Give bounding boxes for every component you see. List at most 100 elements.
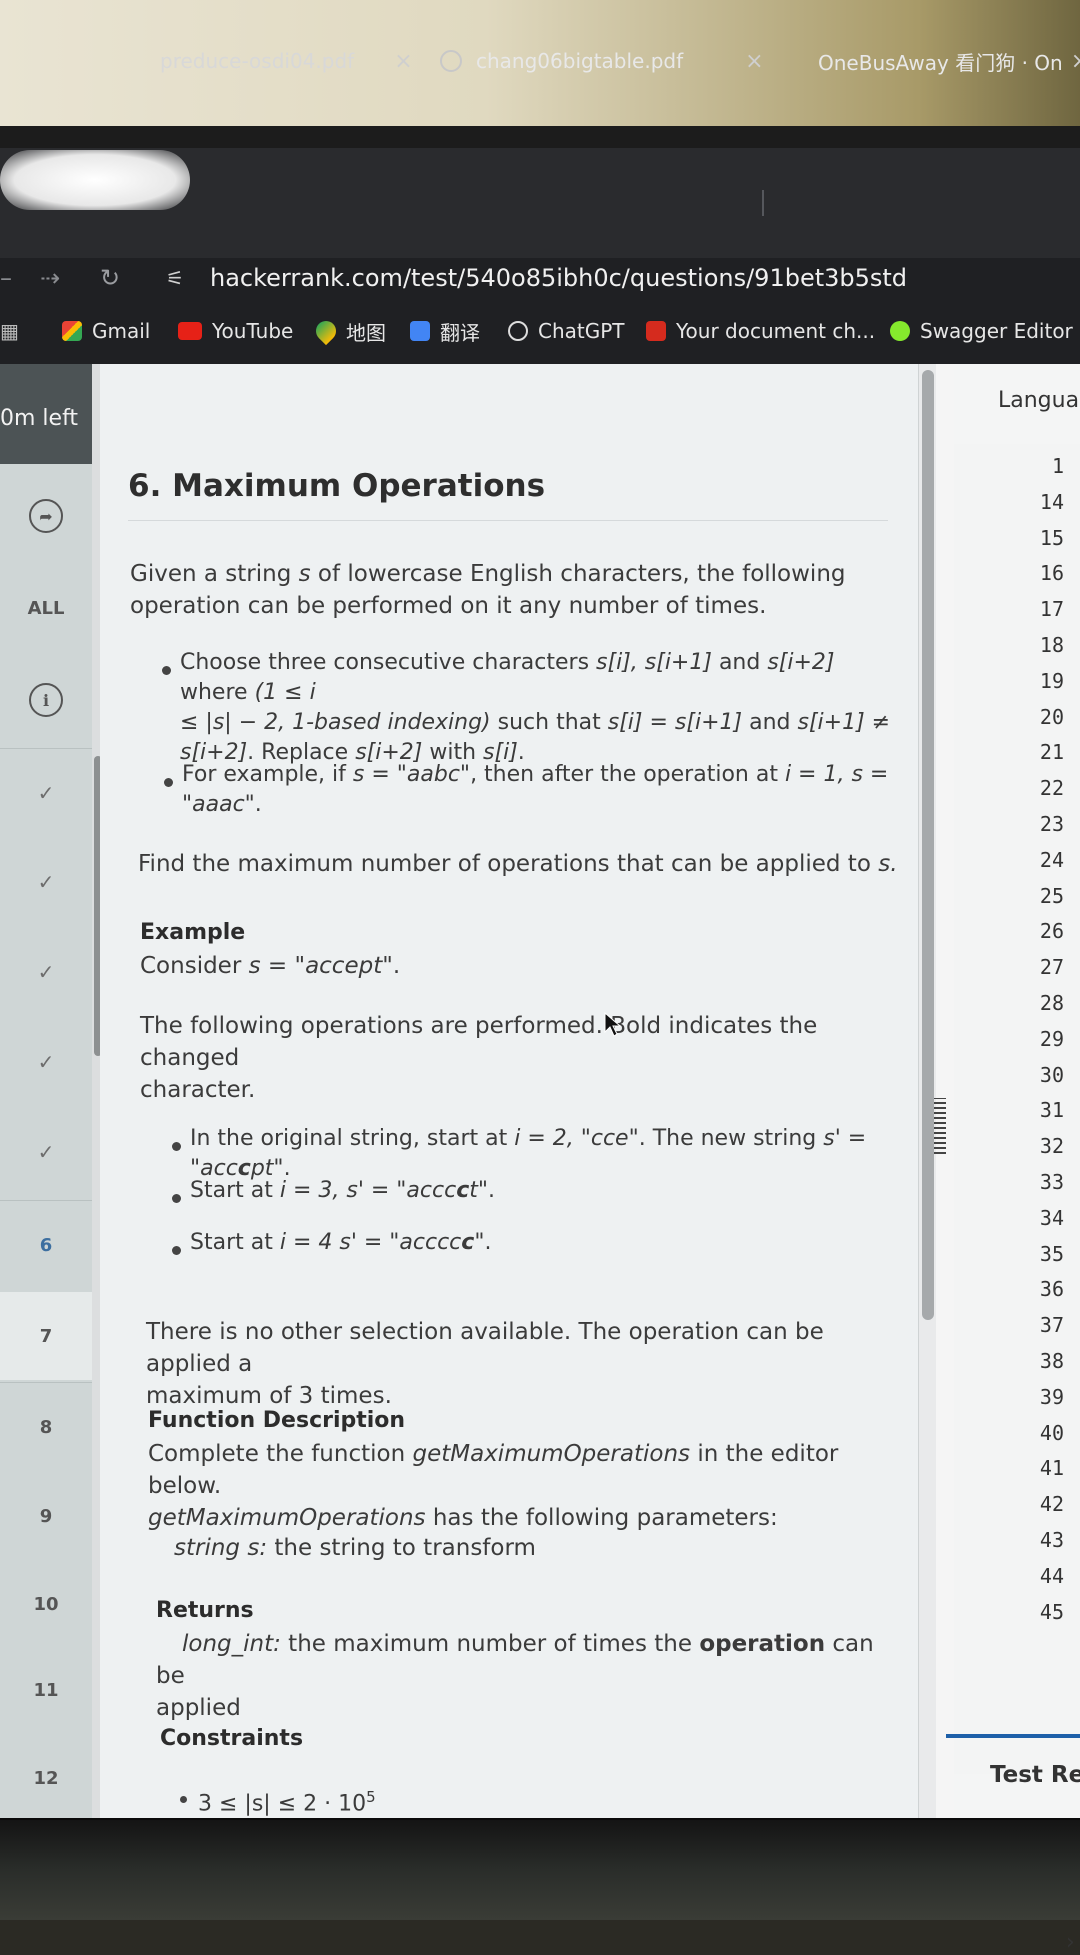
bookmarks-bar: ▦ Gmail YouTube 地图 翻译 ChatGPT Your docum…: [0, 298, 1080, 364]
example-text: For example, if: [182, 762, 353, 787]
line-number: 39: [1039, 1384, 1064, 1409]
filter-all[interactable]: ALL: [0, 564, 92, 652]
bookmark-your-document[interactable]: Your document ch...: [646, 316, 875, 346]
site-settings-icon[interactable]: ⚟: [166, 258, 184, 298]
bullet: [180, 1796, 187, 1803]
line-number: 29: [1039, 1026, 1064, 1051]
question-8-item[interactable]: 8: [0, 1382, 92, 1471]
bookmark-label: Swagger Editor: [920, 319, 1073, 343]
line-number: 21: [1039, 740, 1064, 765]
language-selector[interactable]: Languag: [998, 388, 1080, 413]
bookmark-youtube[interactable]: YouTube: [178, 316, 293, 346]
apps-icon[interactable]: ▦: [0, 316, 19, 346]
question-4-item[interactable]: ✓: [0, 1018, 92, 1106]
question-10-item[interactable]: 10: [0, 1560, 92, 1648]
flag-icon: ➦: [29, 499, 63, 533]
blurred-area: [0, 150, 190, 210]
rule-text: and: [711, 650, 768, 675]
question-2-item[interactable]: ✓: [0, 838, 92, 926]
bullet: [172, 1246, 181, 1255]
tab-title: OneBusAway 看门狗 · On: [818, 50, 1063, 75]
line-number: 32: [1039, 1134, 1064, 1159]
info-button[interactable]: i: [0, 656, 92, 744]
line-number: 23: [1039, 812, 1064, 836]
line-number: 40: [1039, 1420, 1064, 1445]
step-text: In the original string, start at: [190, 1126, 515, 1151]
intro-text: operation can be performed on it any num…: [130, 593, 767, 619]
question-11-item[interactable]: 11: [0, 1646, 92, 1734]
step-math: i = 2, "cce": [514, 1126, 639, 1151]
question-5-item[interactable]: ✓: [0, 1108, 92, 1196]
line-number: 28: [1039, 991, 1064, 1015]
time-remaining: 0m left: [0, 364, 92, 464]
question-6-item[interactable]: 6: [0, 1200, 92, 1289]
rule-math: ≤ |s| − 2, 1-based indexing): [180, 710, 491, 735]
test-results-tab[interactable]: Test Re: [990, 1762, 1080, 1788]
step-math: t": [469, 1178, 488, 1203]
params-text: has the following parameters:: [425, 1505, 778, 1531]
bullet: [172, 1142, 181, 1151]
consider-line: Consider s = "accept".: [140, 950, 400, 982]
function-name: getMaximumOperations: [412, 1441, 691, 1467]
pane-splitter[interactable]: [936, 364, 954, 1820]
bookmark-translate[interactable]: 翻译: [410, 316, 480, 346]
rule-math: s[i+2]: [767, 650, 835, 675]
rule-text: and: [742, 710, 798, 735]
bookmark-label: Gmail: [92, 319, 151, 343]
question-7-item[interactable]: 7: [0, 1292, 92, 1380]
line-number: 36: [1039, 1277, 1064, 1302]
bookmark-chatgpt[interactable]: ChatGPT: [508, 316, 625, 346]
line-number: 24: [1039, 847, 1064, 872]
problem-title: 6. Maximum Operations: [128, 468, 546, 504]
question-3-item[interactable]: ✓: [0, 928, 92, 1016]
step-3-item: Start at i = 4 s' = "accccc".: [190, 1228, 491, 1258]
bookmark-label: YouTube: [212, 319, 294, 343]
tab-mapreduce-pdf[interactable]: preduce-osdi04.pdf ×: [160, 36, 413, 86]
question-1-item[interactable]: ✓: [0, 748, 92, 837]
url-field[interactable]: hackerrank.com/test/540o85ibh0c/question…: [210, 258, 907, 298]
question-12-item[interactable]: 12: [0, 1734, 92, 1822]
tab-onebusaway[interactable]: OneBusAway 看门狗 · On ×: [818, 36, 1080, 86]
back-arrow-icon[interactable]: –: [0, 258, 12, 298]
globe-icon: [440, 50, 462, 72]
returns-text: the maximum number of times the: [280, 1631, 700, 1657]
monitor-bezel: [0, 126, 1080, 148]
rule-math: s[i] = s[i+1]: [607, 710, 743, 735]
step-text: .: [487, 1178, 495, 1203]
splitter-grip-icon[interactable]: [934, 1098, 946, 1154]
reload-icon[interactable]: ↻: [100, 258, 120, 298]
bookmark-swagger[interactable]: Swagger Editor: [890, 316, 1073, 346]
close-icon[interactable]: ×: [745, 49, 763, 74]
constraints-heading: Constraints: [160, 1726, 304, 1751]
changed-char: c: [456, 1178, 470, 1203]
line-number: 17: [1039, 597, 1064, 622]
content-scroll-thumb[interactable]: [922, 370, 934, 1320]
bookmark-maps[interactable]: 地图: [311, 316, 386, 346]
rule-text: such that: [490, 710, 608, 735]
bookmark-gmail[interactable]: Gmail: [62, 316, 150, 346]
chevron-right-icon[interactable]: ›: [1066, 1930, 1075, 1955]
rule-math: (1 ≤ i: [254, 680, 316, 705]
bullet: [162, 666, 171, 675]
address-bar: – ⇢ ↻ ⚟ hackerrank.com/test/540o85ibh0c/…: [0, 258, 1080, 298]
consider-text: .: [392, 953, 401, 979]
close-icon[interactable]: ×: [1071, 49, 1080, 74]
gmail-icon: [62, 321, 82, 341]
ops-text: character.: [140, 1077, 256, 1103]
tab-bigtable-pdf[interactable]: chang06bigtable.pdf ×: [440, 36, 764, 86]
close-icon[interactable]: ×: [394, 49, 412, 74]
navigator-scrollbar[interactable]: [92, 364, 100, 1820]
returns-bold: operation: [699, 1631, 826, 1657]
chatgpt-icon: [508, 321, 528, 341]
line-number: 30: [1039, 1062, 1064, 1087]
swagger-icon: [890, 321, 910, 341]
check-icon: ✓: [37, 1140, 55, 1164]
flag-button[interactable]: ➦: [0, 472, 92, 560]
question-9-item[interactable]: 9: [0, 1472, 92, 1560]
line-number: 37: [1039, 1313, 1064, 1338]
forward-arrow-icon[interactable]: ⇢: [40, 258, 60, 298]
line-number: 25: [1039, 883, 1064, 908]
rule-math: s[i+1] ≠: [797, 710, 891, 735]
example-math: s = "aabc": [352, 762, 471, 787]
bookmark-label: 地图: [346, 320, 386, 345]
